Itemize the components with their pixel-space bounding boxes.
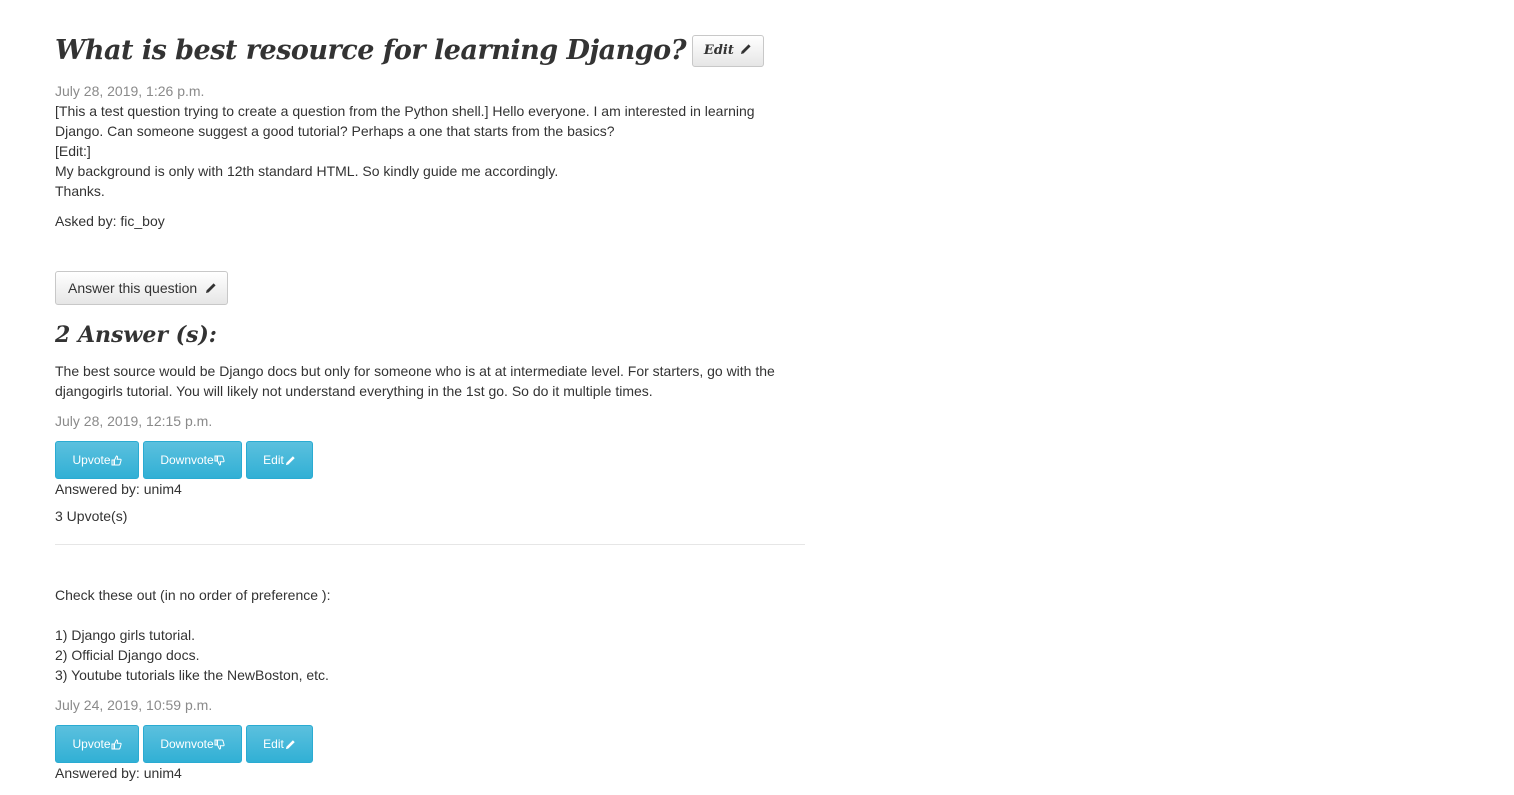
thumbs-up-icon — [111, 739, 122, 750]
answers-heading: 2 Answer (s): — [55, 322, 217, 348]
pencil-icon — [285, 456, 295, 466]
upvote-button[interactable]: Upvote — [55, 441, 139, 479]
upvote-label: Upvote — [72, 737, 111, 751]
answer-body: The best source would be Django docs but… — [55, 361, 815, 401]
answer-body-line: Check these out (in no order of preferen… — [55, 587, 331, 603]
question-date: July 28, 2019, 1:26 p.m. — [55, 83, 205, 99]
downvote-button[interactable]: Downvote — [143, 441, 242, 479]
upvote-label: Upvote — [72, 453, 111, 467]
answer-body-line: The best source would be Django docs but… — [55, 363, 775, 379]
question-body-line: My background is only with 12th standard… — [55, 163, 559, 179]
answer-body-line: 1) Django girls tutorial. — [55, 627, 196, 643]
pencil-icon — [741, 44, 751, 54]
answer-body-line: djangogirls tutorial. You will likely no… — [55, 383, 653, 399]
answer-body-line: 3) Youtube tutorials like the NewBoston,… — [55, 667, 329, 683]
edit-answer-label: Edit — [263, 737, 284, 751]
answer-date: July 24, 2019, 10:59 p.m. — [55, 697, 213, 713]
question-header: What is best resource for learning Djang… — [55, 35, 765, 73]
question-body-line: [Edit:] — [55, 143, 91, 159]
answer-answered-by: Answered by: unim4 — [55, 765, 182, 781]
question-title: What is best resource for learning Djang… — [55, 35, 687, 66]
answer-answered-by: Answered by: unim4 — [55, 481, 182, 497]
pencil-icon — [285, 740, 295, 750]
question-body: [This a test question trying to create a… — [55, 101, 815, 201]
thumbs-up-icon — [111, 455, 122, 466]
edit-answer-label: Edit — [263, 453, 284, 467]
answer-body: Check these out (in no order of preferen… — [55, 585, 815, 685]
thumbs-down-icon — [214, 455, 225, 466]
question-body-line: Thanks. — [55, 183, 105, 199]
edit-question-button[interactable]: Edit — [691, 35, 765, 67]
upvote-button[interactable]: Upvote — [55, 725, 139, 763]
answer-date: July 28, 2019, 12:15 p.m. — [55, 413, 213, 429]
answer-upvote-count: 3 Upvote(s) — [55, 508, 128, 524]
downvote-label: Downvote — [160, 453, 214, 467]
downvote-label: Downvote — [160, 737, 214, 751]
downvote-button[interactable]: Downvote — [143, 725, 242, 763]
edit-answer-button[interactable]: Edit — [246, 441, 313, 479]
answer-body-line — [55, 605, 815, 625]
edit-answer-button[interactable]: Edit — [246, 725, 313, 763]
answer-question-button[interactable]: Answer this question — [55, 271, 228, 305]
question-asked-by: Asked by: fic_boy — [55, 213, 165, 229]
answer-divider — [55, 544, 805, 545]
answer-question-label: Answer this question — [68, 280, 198, 296]
question-body-line: Django. Can someone suggest a good tutor… — [55, 123, 615, 139]
question-body-line: [This a test question trying to create a… — [55, 103, 755, 119]
edit-question-label: Edit — [703, 43, 734, 58]
pencil-icon — [206, 283, 216, 293]
thumbs-down-icon — [214, 739, 225, 750]
answer-body-line: 2) Official Django docs. — [55, 647, 200, 663]
